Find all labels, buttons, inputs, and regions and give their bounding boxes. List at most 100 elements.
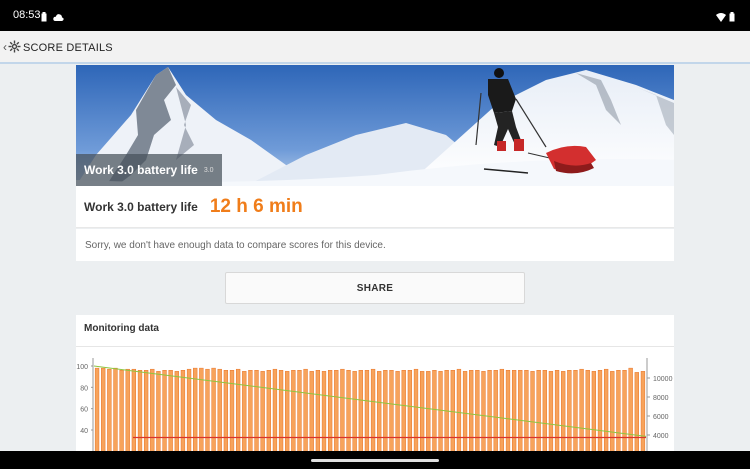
comparison-note: Sorry, we don't have enough data to comp…	[76, 229, 674, 261]
navigation-bar	[0, 451, 750, 469]
chart-bar	[150, 368, 155, 455]
wifi-icon	[716, 9, 726, 27]
back-chevron-icon[interactable]: ‹	[3, 40, 7, 54]
chart-bar	[248, 370, 253, 455]
chart-bar	[186, 368, 192, 455]
chart-bar	[573, 370, 578, 455]
chart-bar	[174, 371, 179, 455]
y-tick-right: 10000	[653, 376, 673, 383]
chart-bar	[524, 370, 529, 455]
chart-bar	[591, 371, 597, 455]
app-bar: ‹ SCORE DETAILS	[0, 31, 750, 64]
chart-bar	[438, 371, 443, 455]
chart-bar	[309, 371, 314, 455]
chart-bar	[413, 368, 419, 455]
chart-bar	[199, 367, 204, 455]
monitoring-chart: 100 80 60 40 10000 8000 6000 4000	[76, 358, 673, 455]
chart-bar	[370, 368, 376, 455]
chart-bar	[610, 371, 615, 455]
chart-bar	[536, 370, 541, 455]
chart-bar	[475, 370, 480, 455]
chart-bar	[254, 370, 259, 455]
chart-bar	[327, 370, 333, 455]
chart-bar	[487, 370, 492, 455]
chart-bar	[278, 370, 284, 455]
y-tick-left: 40	[80, 428, 88, 435]
y-tick-right: 8000	[653, 395, 669, 402]
chart-bar	[518, 370, 523, 455]
chart-bar	[334, 370, 339, 455]
chart-bar	[113, 367, 118, 455]
battery-icon	[729, 9, 735, 27]
chart-bar	[511, 370, 517, 455]
chart-bar	[530, 371, 535, 455]
chart-bar	[315, 370, 321, 455]
chart-bar	[137, 370, 143, 455]
chart-bar	[401, 370, 406, 455]
chart-bar	[628, 367, 633, 455]
chart-bar	[346, 370, 351, 455]
chart-bar	[585, 370, 590, 455]
y-tick-left: 100	[76, 364, 88, 371]
chart-bar	[242, 371, 247, 455]
comparison-note-text: Sorry, we don't have enough data to comp…	[85, 239, 386, 251]
chart-bar	[101, 367, 106, 455]
chart-bar	[193, 367, 198, 455]
chart-bar	[542, 370, 547, 455]
page-title: SCORE DETAILS	[23, 42, 113, 54]
chart-bar	[260, 371, 265, 455]
chart-bar	[407, 370, 413, 455]
chart-bar	[561, 371, 566, 455]
chart-bar	[131, 368, 137, 455]
chart-bar	[162, 370, 167, 455]
chart-bar	[377, 371, 382, 455]
chart-bar	[383, 370, 388, 455]
share-button[interactable]: SHARE	[225, 272, 525, 304]
chart-bar	[469, 370, 474, 455]
chart-bar	[364, 370, 370, 455]
chart-bar	[634, 372, 639, 455]
chart-bar	[426, 371, 431, 455]
chart-bar	[579, 368, 584, 455]
y-tick-left: 80	[80, 385, 88, 392]
chart-bar	[432, 370, 437, 455]
chart-bar	[303, 368, 308, 455]
chart-bar	[119, 370, 124, 455]
y-tick-right: 6000	[653, 414, 669, 421]
score-label: Work 3.0 battery life	[84, 199, 198, 214]
chart-bar	[205, 368, 210, 455]
hero-label: Work 3.0 battery life 3.0	[76, 154, 222, 186]
benchmark-logo-icon	[8, 40, 21, 58]
chart-bar	[266, 370, 271, 455]
score-value: 12 h 6 min	[209, 195, 303, 217]
chart-bar	[358, 370, 363, 455]
chart-bar	[640, 371, 646, 455]
chart-bar	[603, 368, 609, 455]
chart-bar	[622, 370, 627, 455]
chart-bar	[499, 368, 505, 455]
chart-bar	[493, 370, 498, 455]
cloud-icon	[53, 9, 64, 27]
chart-bar	[143, 370, 149, 455]
score-row: Work 3.0 battery life 12 h 6 min	[76, 186, 674, 228]
chart-bar	[419, 371, 425, 455]
monitoring-title: Monitoring data	[84, 323, 159, 334]
chart-bar	[567, 370, 572, 455]
chart-bar	[272, 368, 278, 455]
gesture-handle[interactable]	[311, 459, 439, 462]
chart-bar	[548, 371, 554, 455]
chart-bar	[554, 370, 560, 455]
status-bar: 08:53	[0, 0, 750, 31]
chart-bar	[321, 371, 327, 455]
chart-bar	[450, 370, 455, 455]
chart-bar	[180, 370, 186, 455]
chart-bar	[156, 371, 161, 455]
chart-bar	[285, 371, 290, 455]
chart-bar	[352, 371, 357, 455]
chart-bar	[616, 370, 621, 455]
chart-bar	[505, 370, 511, 455]
hero-image: Work 3.0 battery life 3.0	[76, 65, 674, 186]
chart-bar	[125, 368, 130, 455]
y-tick-left: 60	[80, 407, 88, 414]
status-time: 08:53	[13, 9, 41, 21]
